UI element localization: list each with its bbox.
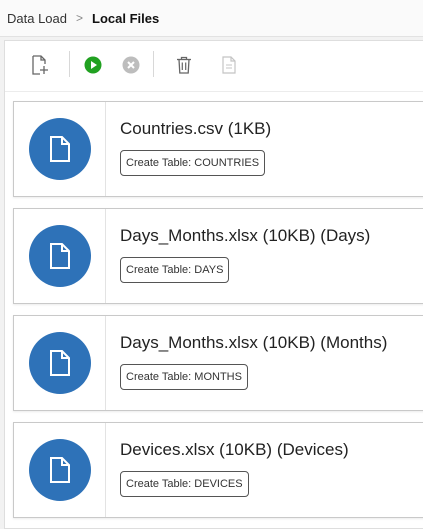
toolbar bbox=[5, 41, 423, 92]
create-table-button[interactable]: Create Table: MONTHS bbox=[120, 364, 248, 390]
file-icon-area bbox=[14, 102, 106, 196]
file-title: Days_Months.xlsx (10KB) (Months) bbox=[120, 333, 388, 352]
file-icon bbox=[50, 243, 70, 269]
toolbar-divider bbox=[69, 51, 70, 77]
document-button[interactable] bbox=[217, 53, 241, 77]
file-card[interactable]: Days_Months.xlsx (10KB) (Months) Create … bbox=[13, 315, 423, 411]
file-title: Countries.csv (1KB) bbox=[120, 119, 272, 138]
cancel-button[interactable] bbox=[119, 53, 143, 77]
local-files-panel: Countries.csv (1KB) Create Table: COUNTR… bbox=[4, 40, 423, 529]
file-card[interactable]: Countries.csv (1KB) Create Table: COUNTR… bbox=[13, 101, 423, 197]
breadcrumb: Data Load > Local Files bbox=[0, 0, 423, 37]
file-card[interactable]: Devices.xlsx (10KB) (Devices) Create Tab… bbox=[13, 422, 423, 518]
file-icon bbox=[50, 350, 70, 376]
file-icon-area bbox=[14, 423, 106, 517]
new-file-icon bbox=[32, 55, 48, 75]
breadcrumb-current: Local Files bbox=[92, 10, 160, 26]
create-table-button[interactable]: Create Table: DAYS bbox=[120, 257, 230, 283]
breadcrumb-separator: > bbox=[76, 11, 84, 25]
file-badge bbox=[29, 118, 91, 180]
file-title: Devices.xlsx (10KB) (Devices) bbox=[120, 440, 349, 459]
file-icon-area bbox=[14, 316, 106, 410]
file-title: Days_Months.xlsx (10KB) (Days) bbox=[120, 226, 371, 245]
file-badge bbox=[29, 225, 91, 287]
delete-icon bbox=[177, 56, 191, 74]
create-table-button[interactable]: Create Table: DEVICES bbox=[120, 471, 249, 497]
new-file-button[interactable] bbox=[28, 53, 52, 77]
breadcrumb-data-load[interactable]: Data Load bbox=[7, 11, 67, 26]
file-icon-area bbox=[14, 209, 106, 303]
file-icon bbox=[50, 136, 70, 162]
delete-button[interactable] bbox=[172, 53, 196, 77]
run-icon bbox=[84, 56, 102, 74]
file-icon bbox=[50, 457, 70, 483]
create-table-button[interactable]: Create Table: COUNTRIES bbox=[120, 150, 266, 176]
file-badge bbox=[29, 332, 91, 394]
toolbar-divider bbox=[153, 51, 154, 77]
document-icon bbox=[222, 56, 236, 74]
run-button[interactable] bbox=[81, 53, 105, 77]
file-card[interactable]: Days_Months.xlsx (10KB) (Days) Create Ta… bbox=[13, 208, 423, 304]
file-badge bbox=[29, 439, 91, 501]
cancel-icon bbox=[122, 56, 140, 74]
